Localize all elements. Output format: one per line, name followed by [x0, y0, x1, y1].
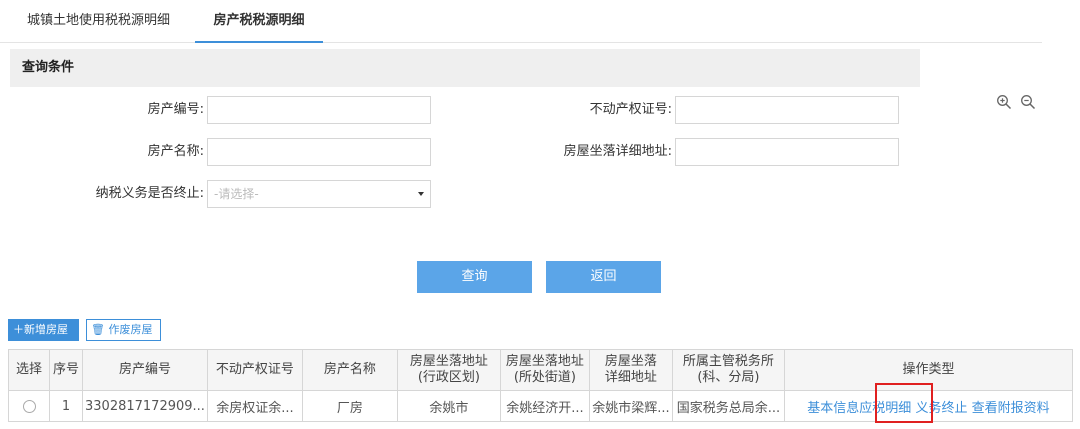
table-header-row: 选择 序号 房产编号 不动产权证号 房产名称 房屋坐落地址 (行政区划) 房屋坐… — [8, 349, 1074, 391]
query-panel-header: 查询条件 — [10, 49, 920, 87]
chevron-down-icon — [418, 192, 424, 196]
op-taxable-detail-link[interactable]: 应税明细 — [859, 401, 911, 416]
col-house-no-label: 房产编号 — [118, 362, 171, 377]
op-view-attachments-link[interactable]: 查看附报资料 — [972, 401, 1050, 416]
op-terminate-link[interactable]: 义务终止 — [915, 401, 967, 416]
col-ops-label: 操作类型 — [902, 362, 955, 377]
row-house-no: 3302817172909... — [82, 390, 208, 422]
void-house-label: 作废房屋 — [108, 323, 153, 336]
row-seq: 1 — [49, 390, 83, 422]
row-ops: 基本信息应税明细 义务终止 查看附报资料 — [783, 390, 1074, 422]
tab-bar: 城镇土地使用税税源明细 房产税税源明细 — [0, 0, 1042, 43]
col-select-label: 选择 — [15, 362, 42, 377]
plus-icon: ＋ — [13, 323, 24, 336]
address-label: 房屋坐落详细地址: — [563, 144, 672, 159]
col-district-label: 房屋坐落地址 (行政区划) — [409, 354, 488, 385]
col-tax-office-label: 所属主管税务所 (科、分局) — [682, 354, 774, 385]
house-no-input[interactable] — [207, 96, 431, 124]
back-button[interactable]: 返回 — [546, 261, 661, 293]
row-cert-no: 余房权证余... — [206, 390, 303, 422]
tab-property-tax[interactable]: 房产税税源明细 — [195, 0, 323, 43]
add-house-button[interactable]: ＋新增房屋 — [8, 319, 79, 341]
col-select: 选择 — [8, 349, 50, 391]
terminated-label: 纳税义务是否终止: — [95, 186, 204, 201]
panel-title: 查询条件 — [22, 60, 75, 75]
add-house-label: 新增房屋 — [24, 323, 68, 336]
terminated-placeholder: -请选择- — [214, 187, 259, 201]
row-select-radio[interactable] — [22, 399, 36, 413]
row-district: 余姚市 — [396, 390, 501, 422]
col-name: 房产名称 — [301, 349, 398, 391]
house-name-label: 房产名称: — [147, 144, 204, 159]
query-button[interactable]: 查询 — [417, 261, 532, 293]
col-cert-no-label: 不动产权证号 — [215, 362, 294, 377]
void-house-button[interactable]: 🗑 作废房屋 — [86, 319, 161, 341]
col-seq: 序号 — [49, 349, 83, 391]
col-street: 房屋坐落地址 (所处街道) — [499, 349, 590, 391]
col-ops: 操作类型 — [783, 349, 1074, 391]
op-basic-info-link[interactable]: 基本信息 — [807, 401, 859, 416]
cert-no-label: 不动产权证号: — [589, 102, 672, 117]
row-tax-office: 国家税务总局余... — [671, 390, 785, 422]
col-district: 房屋坐落地址 (行政区划) — [396, 349, 501, 391]
property-table: 选择 序号 房产编号 不动产权证号 房产名称 房屋坐落地址 (行政区划) 房屋坐… — [8, 349, 1074, 422]
col-street-label: 房屋坐落地址 (所处街道) — [505, 354, 584, 385]
terminated-select[interactable]: -请选择- — [207, 180, 431, 208]
address-input[interactable] — [675, 138, 899, 166]
table-row: 1 3302817172909... 余房权证余... 厂房 余姚市 余姚经济开… — [8, 390, 1074, 422]
zoom-in-icon[interactable] — [996, 94, 1012, 110]
house-no-label: 房产编号: — [147, 102, 204, 117]
col-tax-office: 所属主管税务所 (科、分局) — [671, 349, 785, 391]
house-name-input[interactable] — [207, 138, 431, 166]
trash-icon: 🗑 — [91, 323, 105, 336]
col-house-no: 房产编号 — [82, 349, 208, 391]
col-detail: 房屋坐落 详细地址 — [588, 349, 673, 391]
row-street: 余姚经济开... — [499, 390, 590, 422]
cert-no-input[interactable] — [675, 96, 899, 124]
row-select-cell — [8, 390, 50, 422]
row-name: 厂房 — [301, 390, 398, 422]
col-name-label: 房产名称 — [323, 362, 376, 377]
tab-land-use-tax[interactable]: 城镇土地使用税税源明细 — [27, 0, 170, 42]
col-detail-label: 房屋坐落 详细地址 — [604, 354, 657, 385]
zoom-out-icon[interactable] — [1020, 94, 1036, 110]
col-cert-no: 不动产权证号 — [206, 349, 303, 391]
col-seq-label: 序号 — [52, 362, 79, 377]
row-detail: 余姚市梁辉... — [588, 390, 673, 422]
